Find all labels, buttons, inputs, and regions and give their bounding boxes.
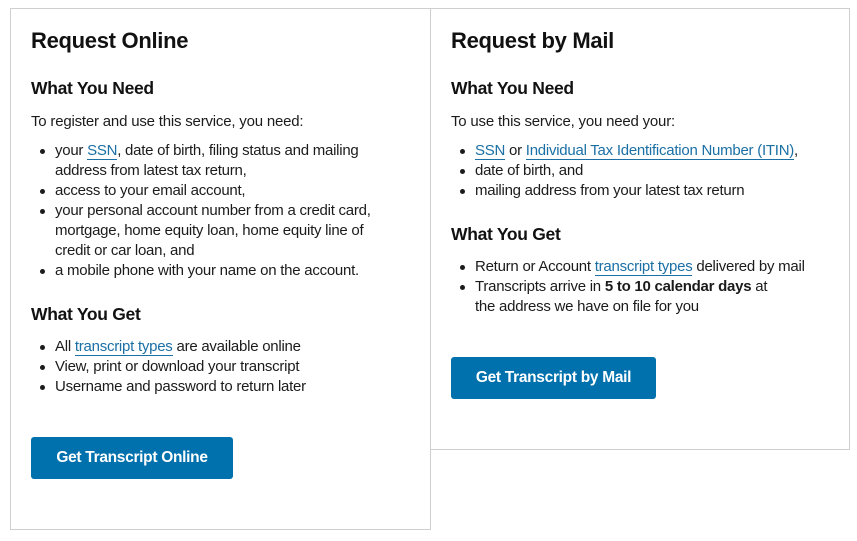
item-text: , (794, 142, 798, 159)
item-text: Return or Account (475, 258, 595, 275)
item-text: or (505, 142, 526, 159)
what-you-need-heading: What You Need (31, 78, 154, 98)
ssn-link[interactable]: SSN (87, 142, 117, 160)
itin-link[interactable]: Individual Tax Identification Number (IT… (525, 142, 794, 160)
item-text: your (55, 142, 88, 159)
list-item: date of birth, and (451, 161, 831, 181)
requirements-list: your SSN, date of birth, filing status a… (31, 141, 393, 281)
what-you-get-heading: What You Get (31, 304, 141, 324)
delivery-time-emphasis: 5 to 10 calendar days (604, 278, 752, 295)
list-item: your personal account number from a cred… (31, 201, 393, 261)
list-item: All transcript types are available onlin… (31, 337, 393, 357)
list-item: mailing address from your latest tax ret… (451, 181, 831, 201)
benefits-list: Return or Account transcript types deliv… (451, 257, 821, 317)
request-by-mail-card: Request by Mail What You Need To use thi… (430, 8, 850, 450)
list-item: a mobile phone with your name on the acc… (31, 261, 393, 281)
requirements-list: SSN or Individual Tax Identification Num… (451, 141, 831, 201)
get-transcript-by-mail-button[interactable]: Get Transcript by Mail (451, 357, 656, 399)
list-item: SSN or Individual Tax Identification Num… (451, 141, 831, 161)
get-transcript-online-button[interactable]: Get Transcript Online (31, 437, 233, 479)
item-text: delivered by mail (692, 258, 805, 275)
list-item: Transcripts arrive in 5 to 10 calendar d… (451, 277, 775, 317)
transcript-types-link[interactable]: transcript types (594, 258, 693, 276)
list-item: Username and password to return later (31, 377, 393, 397)
card-title: Request by Mail (451, 28, 614, 53)
ssn-link[interactable]: SSN (475, 142, 505, 160)
list-item: access to your email account, (31, 181, 393, 201)
intro-text: To use this service, you need your: (451, 113, 675, 130)
card-title: Request Online (31, 28, 189, 53)
request-online-card: Request Online What You Need To register… (10, 8, 431, 530)
list-item: your SSN, date of birth, filing status a… (31, 141, 393, 181)
transcript-types-link[interactable]: transcript types (74, 338, 173, 356)
item-text: are available online (172, 338, 301, 355)
benefits-list: All transcript types are available onlin… (31, 337, 393, 397)
item-text: All (55, 338, 75, 355)
item-text: Transcripts arrive in (475, 278, 605, 295)
what-you-get-heading: What You Get (451, 224, 561, 244)
list-item: View, print or download your transcript (31, 357, 393, 377)
list-item: Return or Account transcript types deliv… (451, 257, 821, 277)
intro-text: To register and use this service, you ne… (31, 113, 304, 130)
what-you-need-heading: What You Need (451, 78, 574, 98)
